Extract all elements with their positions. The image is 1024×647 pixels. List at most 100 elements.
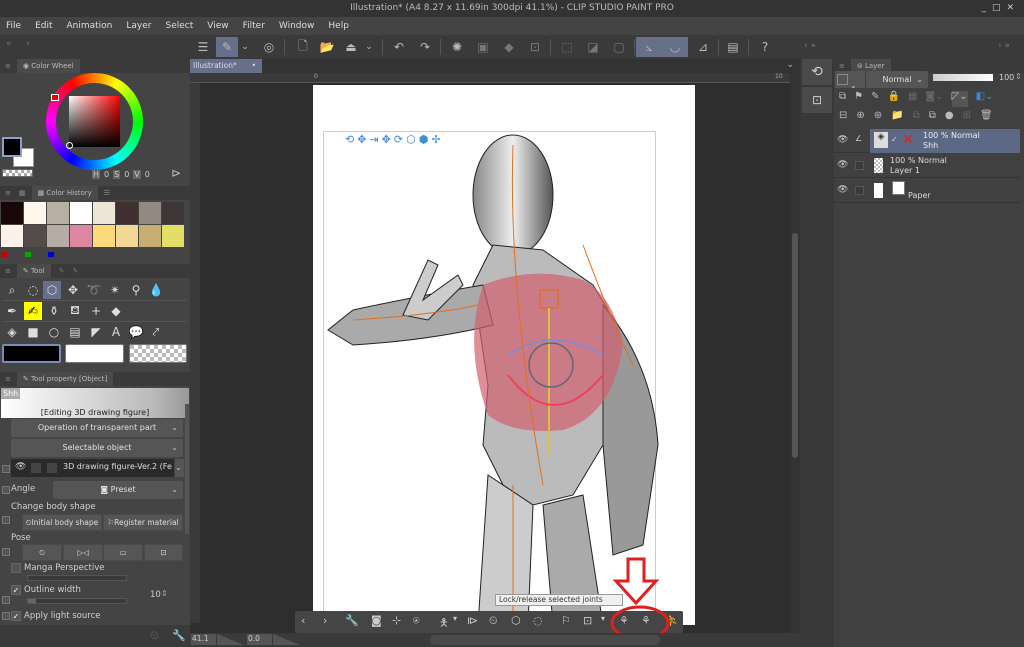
mask-icon[interactable]: ● — [945, 110, 954, 126]
prev-icon[interactable]: ‹ — [301, 614, 305, 627]
color-swatch[interactable] — [24, 225, 46, 247]
companion-icon[interactable]: ▤ — [722, 37, 744, 57]
correct-line-icon[interactable]: ⤤ — [147, 323, 165, 341]
layer-color-icon[interactable]: ◧⌄ — [976, 91, 994, 107]
selection-border-icon[interactable]: ▢ — [608, 37, 630, 57]
menu-layer[interactable]: Layer — [126, 21, 151, 31]
blend-icon[interactable]: 💧 — [147, 281, 165, 299]
ground-icon[interactable]: ⍟ — [413, 614, 420, 628]
horizontal-scrollbar[interactable] — [430, 635, 660, 645]
decoration-icon[interactable]: ⛾ — [66, 302, 84, 320]
auto-action-icon[interactable]: ⟲ — [802, 59, 832, 85]
tool-transparent-color[interactable] — [129, 344, 187, 363]
mask-icon[interactable]: ◙⌄ — [925, 91, 943, 107]
initial-body-shape-button[interactable]: ⏲ Initial body shape — [22, 514, 102, 531]
sv-handle[interactable] — [66, 142, 73, 149]
open-folder-icon[interactable]: 📂 — [316, 37, 338, 57]
camera-icon[interactable]: ◙ — [371, 614, 382, 627]
text-icon[interactable]: A — [107, 323, 125, 341]
move-icon[interactable]: ✥ — [64, 281, 82, 299]
tool-main-color[interactable] — [2, 344, 61, 363]
selectable-object-select[interactable]: Selectable object ⌄ — [11, 439, 183, 457]
figure-part-row[interactable]: 👁 3D drawing figure-Ver.2 (Fe — [11, 459, 174, 477]
redo-icon[interactable]: ↷ — [414, 37, 436, 57]
expand-icon[interactable] — [2, 612, 10, 620]
pose-reset-button[interactable]: ⏲ — [22, 544, 62, 561]
edit-target-icon[interactable]: ∠ — [855, 134, 862, 143]
menu-animation[interactable]: Animation — [67, 21, 113, 31]
color-swatch[interactable] — [47, 225, 69, 247]
eye-icon[interactable]: 👁 — [15, 462, 26, 472]
transform-icon[interactable]: ⊡ — [524, 37, 546, 57]
airbrush-icon[interactable]: ⚱ — [45, 302, 63, 320]
layer-row-layer1[interactable]: 👁 100 % Normal Layer 1 — [834, 154, 1020, 178]
menu-select[interactable]: Select — [165, 21, 193, 31]
color-swatch[interactable] — [139, 225, 161, 247]
color-swatch[interactable] — [1, 225, 23, 247]
pose-flip-button[interactable]: ▷◁ — [63, 544, 103, 561]
fit-icon[interactable]: ⊹ — [392, 614, 401, 627]
outline-width-checkbox[interactable]: ✓ — [11, 585, 21, 595]
clip-icon[interactable]: ⧉ — [839, 91, 846, 107]
transfer-icon[interactable]: ⧉ — [913, 110, 920, 126]
chevron-down-icon[interactable]: ⌄ — [238, 37, 252, 57]
zoom-value[interactable]: 41.1 — [191, 634, 216, 645]
undo-icon[interactable]: ↶ — [388, 37, 410, 57]
chevron-down-icon[interactable]: ⌄ — [786, 60, 794, 70]
tool-sub-color[interactable] — [65, 344, 124, 363]
menu-filter[interactable]: Filter — [243, 21, 265, 31]
edit-icon[interactable]: ✎ — [216, 37, 238, 57]
outline-width-value[interactable]: 10 — [150, 590, 161, 600]
deselect-icon[interactable]: ⬚ — [556, 37, 578, 57]
expand-icon[interactable] — [2, 596, 10, 604]
clip-studio-icon[interactable]: ◎ — [258, 37, 280, 57]
next-icon[interactable]: › — [323, 614, 327, 627]
menu-edit[interactable]: Edit — [35, 21, 52, 31]
brush-icon[interactable]: ✍ — [24, 302, 42, 320]
menu-icon[interactable]: ☰ — [192, 37, 214, 57]
pen-icon[interactable]: ✒ — [3, 302, 21, 320]
new-layer-icon[interactable]: ⊛ — [874, 110, 882, 126]
zoom-icon[interactable]: ⌕ — [3, 281, 21, 299]
panel-menu-icon[interactable]: ≡ — [5, 267, 11, 275]
magic-wand-icon[interactable]: ✴ — [106, 281, 124, 299]
expand-right-icon[interactable]: › » — [998, 41, 1010, 51]
apply-light-source-checkbox[interactable]: ✓ — [11, 611, 21, 621]
blend-mode-select[interactable]: Normal ⌄ — [866, 71, 928, 88]
gradient-icon[interactable]: ■ — [24, 323, 42, 341]
draft-icon[interactable]: ✎ — [871, 91, 879, 107]
canvas-paper[interactable]: ⟲✥⇥✥⟳⬡⬢✢ — [313, 85, 695, 625]
tab-color-wheel[interactable]: ◉ Color Wheel — [16, 59, 80, 73]
snap-ruler-icon[interactable]: ⦣ — [636, 37, 662, 57]
chevron-down-icon[interactable]: ⌄ — [362, 37, 376, 57]
tab-tool[interactable]: ✎ Tool — [16, 264, 51, 278]
close-tab-icon[interactable]: • — [252, 59, 256, 73]
lock-transparent-icon[interactable]: ▦ — [908, 91, 917, 107]
lasso-select-icon[interactable]: ◌ — [24, 281, 42, 299]
main-color[interactable] — [2, 137, 22, 157]
color-swatch[interactable] — [162, 202, 184, 224]
register-pose-icon[interactable]: ⚐ — [561, 614, 571, 627]
reset-icon[interactable]: ⏲ — [150, 629, 159, 643]
ruler-display-icon[interactable]: ◸⌄ — [951, 91, 968, 107]
loading-icon[interactable]: ✺ — [446, 37, 468, 57]
wrench-icon[interactable]: 🔧 — [345, 614, 359, 627]
color-slider-tab-icon[interactable]: ☰ — [104, 189, 110, 197]
expand-icon[interactable] — [2, 548, 10, 556]
tab-tool-property[interactable]: ✎ Tool property [Object] — [16, 372, 114, 386]
color-swatch[interactable] — [139, 202, 161, 224]
edit-target-checkbox[interactable] — [855, 161, 864, 170]
object-select-icon[interactable]: ⬡ — [43, 281, 61, 299]
color-swatch[interactable] — [70, 202, 92, 224]
register-material-button[interactable]: ⚐ Register material — [103, 514, 183, 531]
checkbox[interactable] — [47, 463, 57, 473]
color-swatch[interactable] — [24, 202, 46, 224]
tool-property-scrollbar[interactable] — [185, 404, 189, 534]
fill-icon[interactable]: ◆ — [498, 37, 520, 57]
menu-help[interactable]: Help — [328, 21, 349, 31]
panel-menu-icon[interactable]: ≡ — [839, 62, 845, 70]
ruler-icon[interactable]: ◤ — [87, 323, 105, 341]
color-swatch[interactable] — [162, 225, 184, 247]
wrench-icon[interactable]: 🔧 — [172, 629, 186, 642]
rotation-value[interactable]: 0.0 — [247, 634, 272, 645]
